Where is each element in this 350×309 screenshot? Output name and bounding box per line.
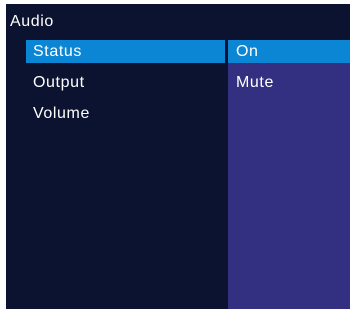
menu-item-status[interactable]: Status — [26, 40, 225, 63]
menu-item-volume[interactable]: Volume — [26, 102, 225, 125]
output-value[interactable]: Mute — [228, 71, 350, 94]
menu-title: Audio — [10, 13, 54, 30]
status-value[interactable]: On — [228, 40, 350, 63]
menu-item-output[interactable]: Output — [26, 71, 225, 94]
osd-audio-menu: Audio Status On Output Mute Volume — [6, 4, 350, 309]
